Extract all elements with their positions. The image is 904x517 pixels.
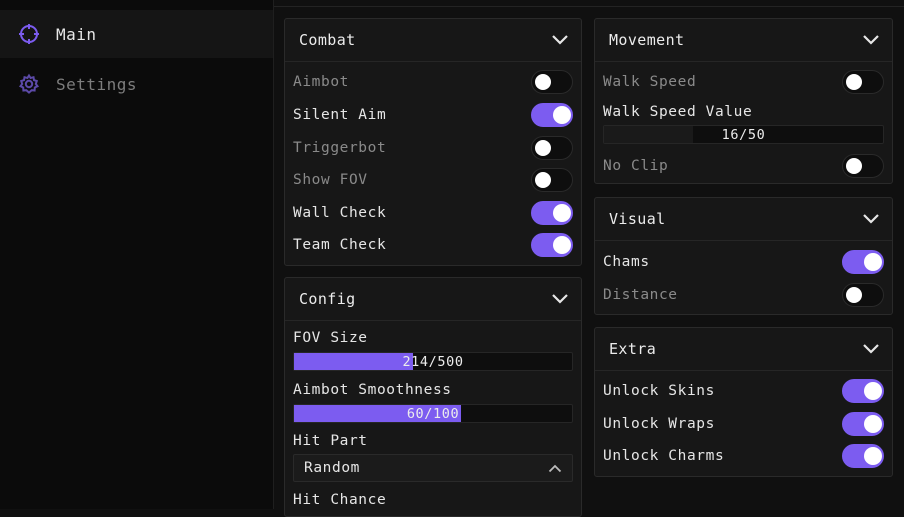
movement-panel: Movement Walk Speed Walk Speed Value 16/…	[594, 18, 893, 184]
movement-header[interactable]: Movement	[595, 19, 892, 62]
visual-panel: Visual Chams Distance	[594, 197, 893, 315]
toggle-row-triggerbot: Triggerbot	[293, 136, 573, 160]
toggle-row-chams: Chams	[603, 250, 884, 274]
chevron-down-icon	[863, 214, 879, 224]
toggle-row-wall-check: Wall Check	[293, 201, 573, 225]
chams-toggle[interactable]	[842, 250, 884, 274]
toggle-label: Chams	[603, 254, 650, 270]
walk-speed-toggle[interactable]	[842, 70, 884, 94]
toggle-row-walk-speed: Walk Speed	[603, 70, 884, 94]
show-fov-toggle[interactable]	[531, 168, 573, 192]
slider-value: 60/100	[406, 405, 460, 422]
chevron-down-icon	[552, 294, 568, 304]
toggle-label: Wall Check	[293, 205, 387, 221]
toggle-label: Team Check	[293, 237, 387, 253]
visual-header[interactable]: Visual	[595, 198, 892, 241]
combat-header[interactable]: Combat	[285, 19, 581, 62]
walk-speed-value-label: Walk Speed Value	[603, 104, 753, 120]
fov-size-slider[interactable]: 214/500	[293, 352, 573, 371]
hit-chance-label: Hit Chance	[293, 492, 387, 508]
crosshair-icon	[18, 23, 40, 45]
sidebar-item-main[interactable]: Main	[0, 10, 273, 58]
extra-header[interactable]: Extra	[595, 328, 892, 371]
toggle-label: No Clip	[603, 158, 669, 174]
sidebar: Main Settings	[0, 0, 274, 509]
slider-value: 214/500	[402, 353, 464, 370]
toggle-row-unlock-skins: Unlock Skins	[603, 379, 884, 403]
toggle-label: Unlock Charms	[603, 448, 725, 464]
panel-title: Movement	[609, 31, 685, 49]
walk-speed-slider[interactable]: 16/50	[603, 125, 884, 144]
chevron-down-icon	[552, 35, 568, 45]
toggle-row-silent-aim: Silent Aim	[293, 103, 573, 127]
sidebar-item-label: Settings	[56, 74, 138, 94]
top-divider	[274, 6, 904, 7]
toggle-row-aimbot: Aimbot	[293, 70, 573, 94]
smoothness-slider[interactable]: 60/100	[293, 404, 573, 423]
sidebar-item-label: Main	[56, 24, 97, 44]
toggle-row-no-clip: No Clip	[603, 154, 884, 178]
unlock-skins-toggle[interactable]	[842, 379, 884, 403]
unlock-wraps-toggle[interactable]	[842, 412, 884, 436]
chevron-down-icon	[863, 35, 879, 45]
combat-panel: Combat Aimbot Silent Aim Triggerbot Show…	[284, 18, 582, 266]
toggle-row-team-check: Team Check	[293, 233, 573, 257]
config-panel: Config FOV Size 214/500 Aimbot Smoothnes…	[284, 277, 582, 517]
toggle-label: Triggerbot	[293, 140, 387, 156]
chevron-down-icon	[863, 344, 879, 354]
no-clip-toggle[interactable]	[842, 154, 884, 178]
panel-title: Config	[299, 290, 356, 308]
aimbot-toggle[interactable]	[531, 70, 573, 94]
fov-size-label: FOV Size	[293, 330, 368, 346]
toggle-label: Unlock Skins	[603, 383, 715, 399]
panel-title: Visual	[609, 210, 666, 228]
hit-part-label: Hit Part	[293, 433, 368, 449]
toggle-row-unlock-charms: Unlock Charms	[603, 444, 884, 468]
toggle-label: Unlock Wraps	[603, 416, 715, 432]
hit-part-dropdown[interactable]: Random	[293, 454, 573, 482]
toggle-label: Aimbot	[293, 74, 349, 90]
team-check-toggle[interactable]	[531, 233, 573, 257]
slider-value: 16/50	[721, 126, 766, 143]
extra-panel: Extra Unlock Skins Unlock Wraps Unlock C…	[594, 327, 893, 477]
triggerbot-toggle[interactable]	[531, 136, 573, 160]
distance-toggle[interactable]	[842, 283, 884, 307]
toggle-label: Distance	[603, 287, 678, 303]
config-header[interactable]: Config	[285, 278, 581, 321]
toggle-row-show-fov: Show FOV	[293, 168, 573, 192]
panel-title: Extra	[609, 340, 657, 358]
wall-check-toggle[interactable]	[531, 201, 573, 225]
toggle-row-distance: Distance	[603, 283, 884, 307]
panel-title: Combat	[299, 31, 356, 49]
gear-icon	[18, 73, 40, 95]
chevron-up-icon	[548, 464, 562, 472]
silent-aim-toggle[interactable]	[531, 103, 573, 127]
toggle-label: Silent Aim	[293, 107, 387, 123]
toggle-label: Walk Speed	[603, 74, 697, 90]
smoothness-label: Aimbot Smoothness	[293, 382, 452, 398]
unlock-charms-toggle[interactable]	[842, 444, 884, 468]
dropdown-value: Random	[304, 460, 360, 476]
toggle-row-unlock-wraps: Unlock Wraps	[603, 412, 884, 436]
sidebar-item-settings[interactable]: Settings	[0, 60, 273, 108]
toggle-label: Show FOV	[293, 172, 368, 188]
